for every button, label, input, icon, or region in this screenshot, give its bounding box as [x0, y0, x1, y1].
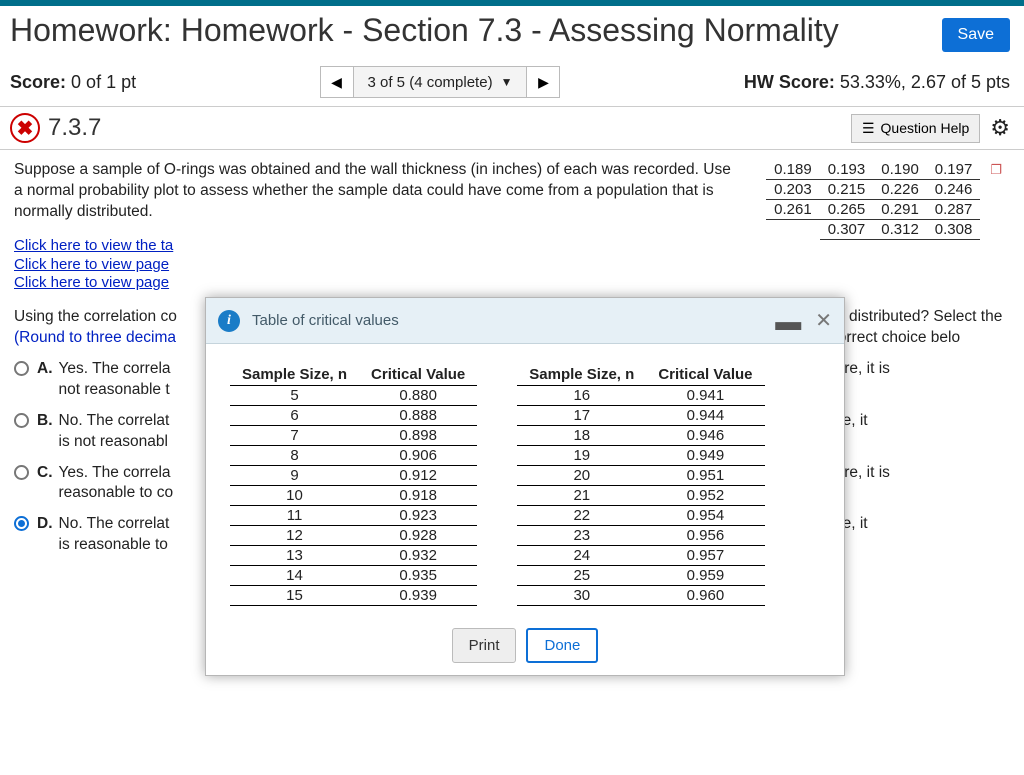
table-row: 220.954	[517, 506, 764, 526]
modal-title: Table of critical values	[252, 312, 775, 329]
radio-A[interactable]	[14, 361, 29, 376]
table-row: 240.957	[517, 546, 764, 566]
copy-icon[interactable]: ❐	[988, 162, 1002, 177]
modal-footer: Print Done	[206, 616, 844, 675]
round-note: (Round to three decima	[14, 329, 176, 346]
table-row: 80.906	[230, 446, 477, 466]
hw-score-label: HW Score:	[744, 72, 835, 92]
prev-button[interactable]: ◀	[320, 66, 354, 98]
info-icon: i	[218, 310, 240, 332]
score-left: Score: 0 of 1 pt	[10, 72, 136, 93]
table-row: 140.935	[230, 566, 477, 586]
critical-table-right: Sample Size, nCritical Value 160.941170.…	[517, 364, 764, 606]
save-button[interactable]: Save	[942, 18, 1010, 52]
minimize-button[interactable]: ▬	[775, 316, 801, 326]
radio-B[interactable]	[14, 413, 29, 428]
done-button[interactable]: Done	[526, 628, 598, 663]
table-row: 110.923	[230, 506, 477, 526]
critical-values-modal: i Table of critical values ▬ ✕ Sample Si…	[205, 297, 845, 676]
data-table: 0.1890.1930.1900.197❐ 0.2030.2150.2260.2…	[766, 160, 1010, 240]
table-row: 0.3070.3120.308	[766, 220, 1010, 240]
table-row: 180.946	[517, 426, 764, 446]
modal-header: i Table of critical values ▬ ✕	[206, 298, 844, 344]
header: Homework: Homework - Section 7.3 - Asses…	[0, 6, 1024, 58]
status-badge-incorrect: ✖	[10, 113, 40, 143]
radio-C[interactable]	[14, 465, 29, 480]
table-row: 160.941	[517, 386, 764, 406]
table-row: 200.951	[517, 466, 764, 486]
list-icon: ☰	[862, 120, 875, 137]
table-row: 50.880	[230, 386, 477, 406]
table-row: 60.888	[230, 406, 477, 426]
table-row: 250.959	[517, 566, 764, 586]
progress-dropdown[interactable]: 3 of 5 (4 complete) ▼	[354, 66, 527, 98]
table-row: 210.952	[517, 486, 764, 506]
table-row: 130.932	[230, 546, 477, 566]
links-block: Click here to view the ta Click here to …	[14, 237, 1010, 293]
table-row: 0.2030.2150.2260.246	[766, 180, 1010, 200]
table-row: 0.2610.2650.2910.287	[766, 200, 1010, 220]
table-row: 100.918	[230, 486, 477, 506]
print-button[interactable]: Print	[452, 628, 517, 663]
link-page-1[interactable]: Click here to view page	[14, 256, 1010, 275]
score-label: Score:	[10, 72, 66, 92]
score-row: Score: 0 of 1 pt ◀ 3 of 5 (4 complete) ▼…	[0, 58, 1024, 107]
page-title: Homework: Homework - Section 7.3 - Asses…	[10, 12, 942, 49]
gear-icon[interactable]: ⚙	[990, 115, 1010, 141]
link-page-2[interactable]: Click here to view page	[14, 274, 1010, 293]
table-row: 120.928	[230, 526, 477, 546]
table-row: 190.949	[517, 446, 764, 466]
modal-body: Sample Size, nCritical Value 50.88060.88…	[206, 344, 844, 616]
table-row: 150.939	[230, 586, 477, 606]
critical-table-left: Sample Size, nCritical Value 50.88060.88…	[230, 364, 477, 606]
hw-score: HW Score: 53.33%, 2.67 of 5 pts	[744, 72, 1010, 93]
question-number: 7.3.7	[48, 114, 851, 142]
hw-score-value: 53.33%, 2.67 of 5 pts	[840, 72, 1010, 92]
table-row: 90.912	[230, 466, 477, 486]
question-bar: ✖ 7.3.7 ☰ Question Help ⚙	[0, 107, 1024, 150]
caret-down-icon: ▼	[501, 75, 513, 89]
question-help-label: Question Help	[881, 120, 970, 136]
progress-text: 3 of 5 (4 complete)	[368, 74, 493, 91]
table-row: 0.1890.1930.1900.197❐	[766, 160, 1010, 180]
score-value: 0 of 1 pt	[71, 72, 136, 92]
close-icon[interactable]: ✕	[815, 308, 832, 333]
progress-nav: ◀ 3 of 5 (4 complete) ▼ ▶	[136, 66, 744, 98]
next-button[interactable]: ▶	[526, 66, 560, 98]
question-text: Suppose a sample of O-rings was obtained…	[14, 160, 734, 223]
table-row: 170.944	[517, 406, 764, 426]
table-row: 300.960	[517, 586, 764, 606]
table-row: 70.898	[230, 426, 477, 446]
question-help-button[interactable]: ☰ Question Help	[851, 114, 980, 143]
radio-D[interactable]	[14, 516, 29, 531]
table-row: 230.956	[517, 526, 764, 546]
